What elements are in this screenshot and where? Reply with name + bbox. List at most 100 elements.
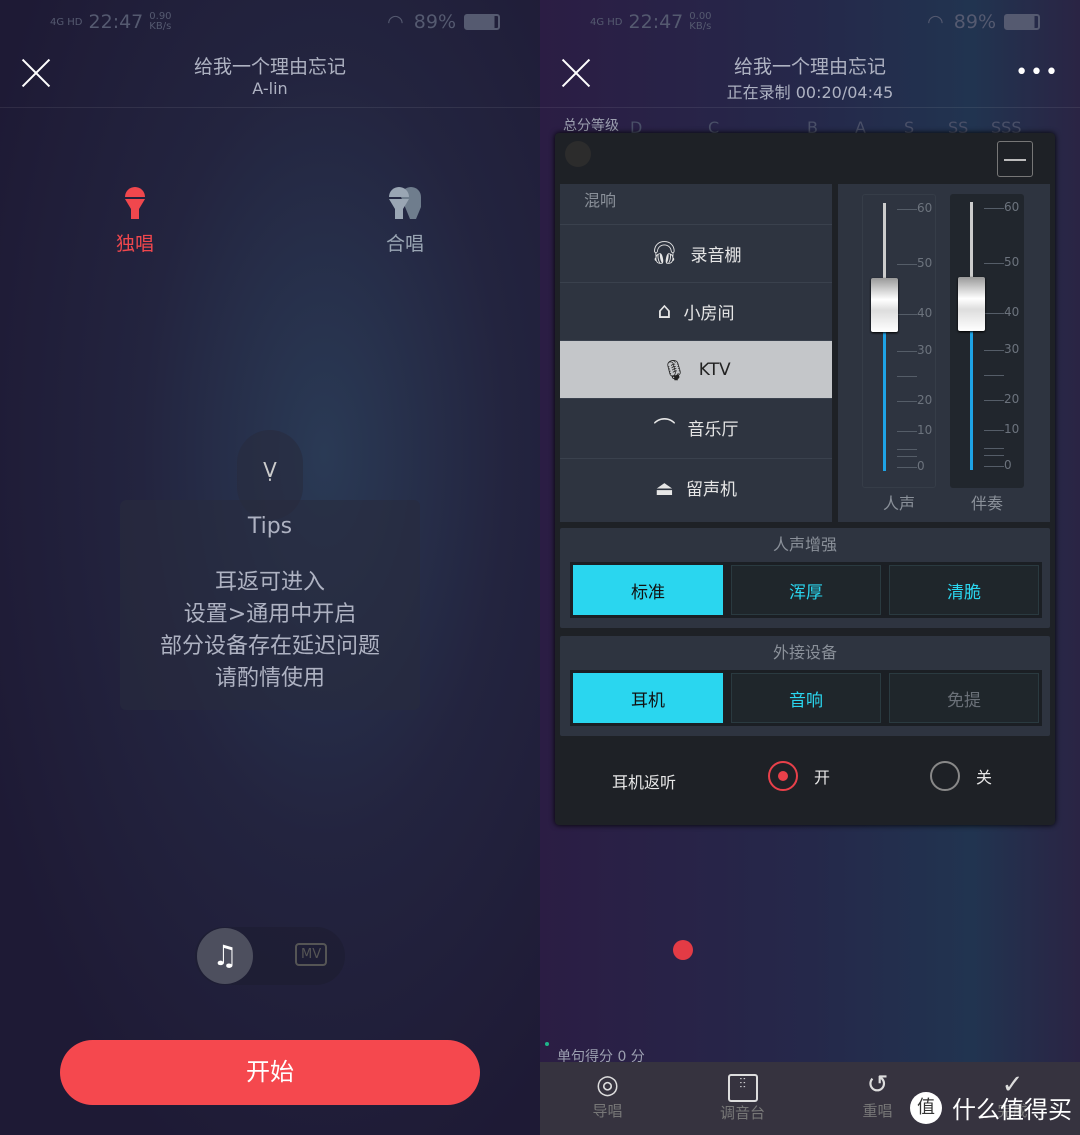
fader-tick-label: 20 <box>917 393 933 407</box>
fader-tick <box>984 350 1004 351</box>
avatar <box>565 141 591 167</box>
fader-minor-tick <box>984 375 1004 376</box>
external-device-section: 外接设备 耳机 音响 免提 <box>560 636 1050 736</box>
fader-tick-label: 0 <box>1004 458 1012 472</box>
status-bar: 4G HD 22:47 0.90 KB/s <box>50 8 172 36</box>
status-bar: 4G HD 22:47 0.00 KB/s <box>590 8 712 36</box>
net-speed-block: 0.00 KB/s <box>689 12 711 32</box>
mode-duet[interactable]: 合唱 <box>365 185 445 256</box>
microphone-icon <box>125 187 145 219</box>
vocal-fader-label: 人声 <box>882 494 915 513</box>
net-speed-unit: KB/s <box>149 21 172 32</box>
net-speed-unit: KB/s <box>689 21 712 32</box>
gramophone-icon: ⏏ <box>655 475 674 500</box>
reverb-title: 混响 <box>584 191 617 210</box>
tips-title: Tips <box>247 514 293 539</box>
device-speaker-button[interactable]: 音响 <box>731 673 881 723</box>
recording-screen: 4G HD 22:47 0.00 KB/s ◠ 89% 给我一个理由忘记 正在录… <box>540 0 1080 1135</box>
media-toggle[interactable]: ♫ MV <box>195 927 345 985</box>
battery-percent: 89% <box>953 11 996 33</box>
fader-tick <box>984 400 1004 401</box>
toolbar-label: 调音台 <box>719 1104 765 1122</box>
tips-card: Tips 耳返可进入 设置>通用中开启 部分设备存在延迟问题 请酌情使用 <box>120 500 420 710</box>
enhance-standard-button[interactable]: 标准 <box>573 565 723 615</box>
recording-progress: 正在录制 00:20/04:45 <box>726 83 894 102</box>
fader-tick <box>984 430 1004 431</box>
music-note-icon[interactable]: ♫ <box>197 928 253 984</box>
fader-tick-label: 50 <box>1004 255 1020 269</box>
monitor-off-radio[interactable]: 关 <box>930 761 992 791</box>
status-time: 22:47 <box>88 11 144 33</box>
fader-minor-tick <box>984 455 1004 457</box>
accompaniment-fader[interactable]: 60 50 40 30 20 10 0 <box>950 194 1024 488</box>
mv-icon[interactable]: MV <box>295 943 328 966</box>
enhance-deep-button[interactable]: 浑厚 <box>731 565 881 615</box>
fader-tick-label: 30 <box>1004 342 1020 356</box>
reverb-item-ktv[interactable]: 🎙︎ KTV <box>560 340 832 398</box>
fader-handle[interactable] <box>958 277 985 331</box>
fader-handle[interactable] <box>871 278 898 332</box>
section-title: 人声增强 <box>772 535 837 554</box>
fader-tick <box>984 208 1004 209</box>
radio-unselected-icon <box>930 761 960 791</box>
fader-minor-tick <box>897 376 917 377</box>
toolbar-label: 导唱 <box>592 1102 623 1120</box>
status-right: ◠ 89% <box>387 8 500 36</box>
guide-vocal-icon: ◎ <box>596 1070 619 1100</box>
concert-hall-icon: ⌒ <box>653 417 676 443</box>
solo-select-screen: 4G HD 22:47 0.90 KB/s ◠ 89% 给我一个理由忘记 A-l… <box>0 0 540 1135</box>
duet-microphone-icon <box>389 187 421 219</box>
fader-minor-tick <box>984 448 1004 449</box>
mode-solo[interactable]: 独唱 <box>95 185 175 256</box>
fader-tick <box>984 466 1004 467</box>
tips-line: 请酌情使用 <box>214 666 325 691</box>
monitor-on-radio[interactable]: 开 <box>768 761 830 791</box>
tips-text: 耳返可进入 设置>通用中开启 部分设备存在延迟问题 请酌情使用 <box>120 567 420 695</box>
status-time: 22:47 <box>628 11 684 33</box>
vocal-fader[interactable]: 60 50 40 30 20 10 0 <box>862 194 936 488</box>
status-right: ◠ 89% <box>927 8 1040 36</box>
pitch-indicator <box>673 940 693 960</box>
reverb-item-concert-hall[interactable]: ⌒ 音乐厅 <box>560 398 832 456</box>
mixer-icon: ⫶⫶ <box>727 1074 758 1102</box>
microphone-icon: 🎙︎ <box>661 357 687 382</box>
reverb-label: 留声机 <box>685 480 737 500</box>
fader-tick-label: 40 <box>1004 305 1020 319</box>
mode-label: 合唱 <box>385 233 424 255</box>
grade-label: 总分等级 <box>563 118 619 134</box>
start-button[interactable]: 开始 <box>60 1040 480 1105</box>
fader-tick-label: 10 <box>1004 422 1020 436</box>
lightbulb-icon: Ṿ <box>263 458 277 482</box>
battery-icon <box>464 14 500 30</box>
reverb-item-studio[interactable]: 🎧︎ 录音棚 <box>560 224 832 282</box>
fader-tick <box>984 263 1004 264</box>
reverb-label: KTV <box>698 359 731 380</box>
song-title: 给我一个理由忘记 <box>733 56 886 78</box>
device-handsfree-button[interactable]: 免提 <box>889 673 1039 723</box>
fader-tick-label: 10 <box>917 423 933 437</box>
reverb-item-gramophone[interactable]: ⏏ 留声机 <box>560 458 832 516</box>
guide-vocal-button[interactable]: ◎ 导唱 <box>540 1062 675 1135</box>
fader-tick-label: 50 <box>917 256 933 270</box>
watermark-text: 什么值得买 <box>952 1096 1072 1124</box>
fader-tick-label: 60 <box>917 201 933 215</box>
minimize-button[interactable] <box>997 141 1033 177</box>
enhance-crisp-button[interactable]: 清脆 <box>889 565 1039 615</box>
network-indicator: 4G HD <box>50 16 83 28</box>
fader-tick <box>897 351 917 352</box>
song-title: 给我一个理由忘记 <box>193 56 346 78</box>
house-icon: ⌂ <box>657 299 672 324</box>
more-icon[interactable]: ••• <box>1015 60 1060 85</box>
reverb-item-small-room[interactable]: ⌂ 小房间 <box>560 282 832 340</box>
wifi-icon: ◠ <box>387 11 404 33</box>
fader-tick-label: 0 <box>917 459 925 473</box>
mixer-button[interactable]: ⫶⫶ 调音台 <box>675 1062 810 1135</box>
fader-tick <box>897 467 917 468</box>
fader-tick <box>897 209 917 210</box>
device-headphones-button[interactable]: 耳机 <box>573 673 723 723</box>
reverb-label: 录音棚 <box>690 246 742 266</box>
net-speed-block: 0.90 KB/s <box>149 12 171 32</box>
fader-minor-tick <box>897 449 917 450</box>
tips-line: 部分设备存在延迟问题 <box>159 634 380 659</box>
wifi-icon: ◠ <box>927 11 944 33</box>
